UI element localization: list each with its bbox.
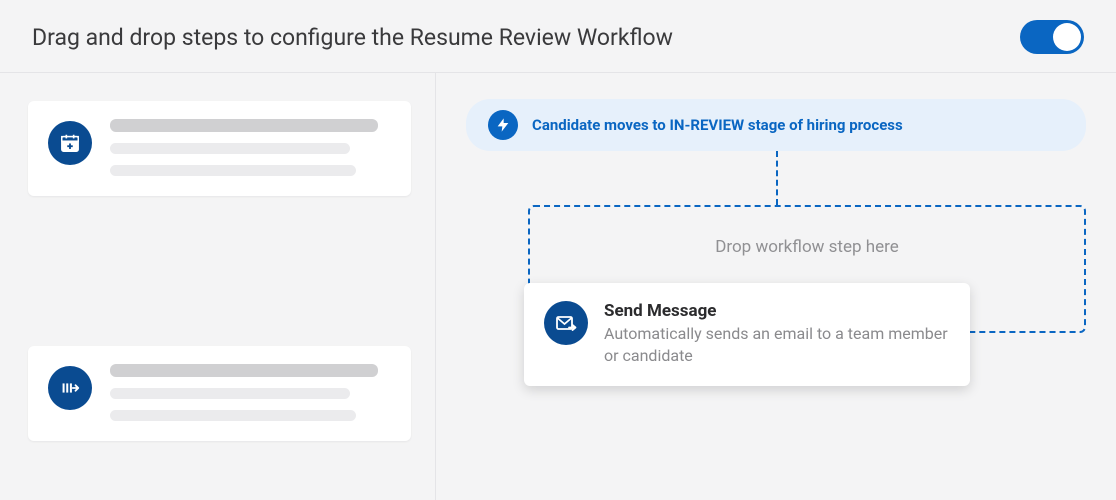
- steps-palette: [0, 73, 435, 500]
- bolt-icon: [488, 110, 518, 140]
- dragging-step-content: Send Message Automatically sends an emai…: [604, 301, 950, 366]
- workflow-canvas: Candidate moves to IN-REVIEW stage of hi…: [435, 73, 1116, 500]
- drop-zone-placeholder: Drop workflow step here: [715, 237, 899, 257]
- skeleton-line: [110, 410, 356, 421]
- calendar-plus-icon: [48, 121, 92, 165]
- mail-forward-icon: [544, 301, 588, 345]
- workflow-drop-zone[interactable]: Drop workflow step here Send Message Aut…: [528, 205, 1086, 333]
- palette-step-calendar[interactable]: [28, 101, 411, 196]
- dragging-step-card[interactable]: Send Message Automatically sends an emai…: [524, 283, 970, 386]
- palette-step-move-stage[interactable]: [28, 346, 411, 441]
- palette-step-placeholder: [110, 364, 389, 421]
- page-title: Drag and drop steps to configure the Res…: [32, 24, 673, 51]
- toggle-knob: [1053, 23, 1081, 51]
- dragging-step-title: Send Message: [604, 301, 950, 321]
- skeleton-line: [110, 165, 356, 176]
- skeleton-line: [110, 388, 350, 399]
- skeleton-line: [110, 143, 350, 154]
- header-bar: Drag and drop steps to configure the Res…: [0, 0, 1116, 73]
- palette-step-placeholder: [110, 119, 389, 176]
- trigger-label: Candidate moves to IN-REVIEW stage of hi…: [532, 116, 903, 134]
- skeleton-line: [110, 119, 378, 132]
- workflow-enable-toggle[interactable]: [1020, 20, 1084, 54]
- bars-arrow-icon: [48, 366, 92, 410]
- dragging-step-description: Automatically sends an email to a team m…: [604, 323, 950, 366]
- skeleton-line: [110, 364, 378, 377]
- editor-body: Candidate moves to IN-REVIEW stage of hi…: [0, 73, 1116, 500]
- workflow-trigger[interactable]: Candidate moves to IN-REVIEW stage of hi…: [466, 99, 1086, 151]
- workflow-editor: Drag and drop steps to configure the Res…: [0, 0, 1116, 500]
- connector-line: [776, 151, 778, 205]
